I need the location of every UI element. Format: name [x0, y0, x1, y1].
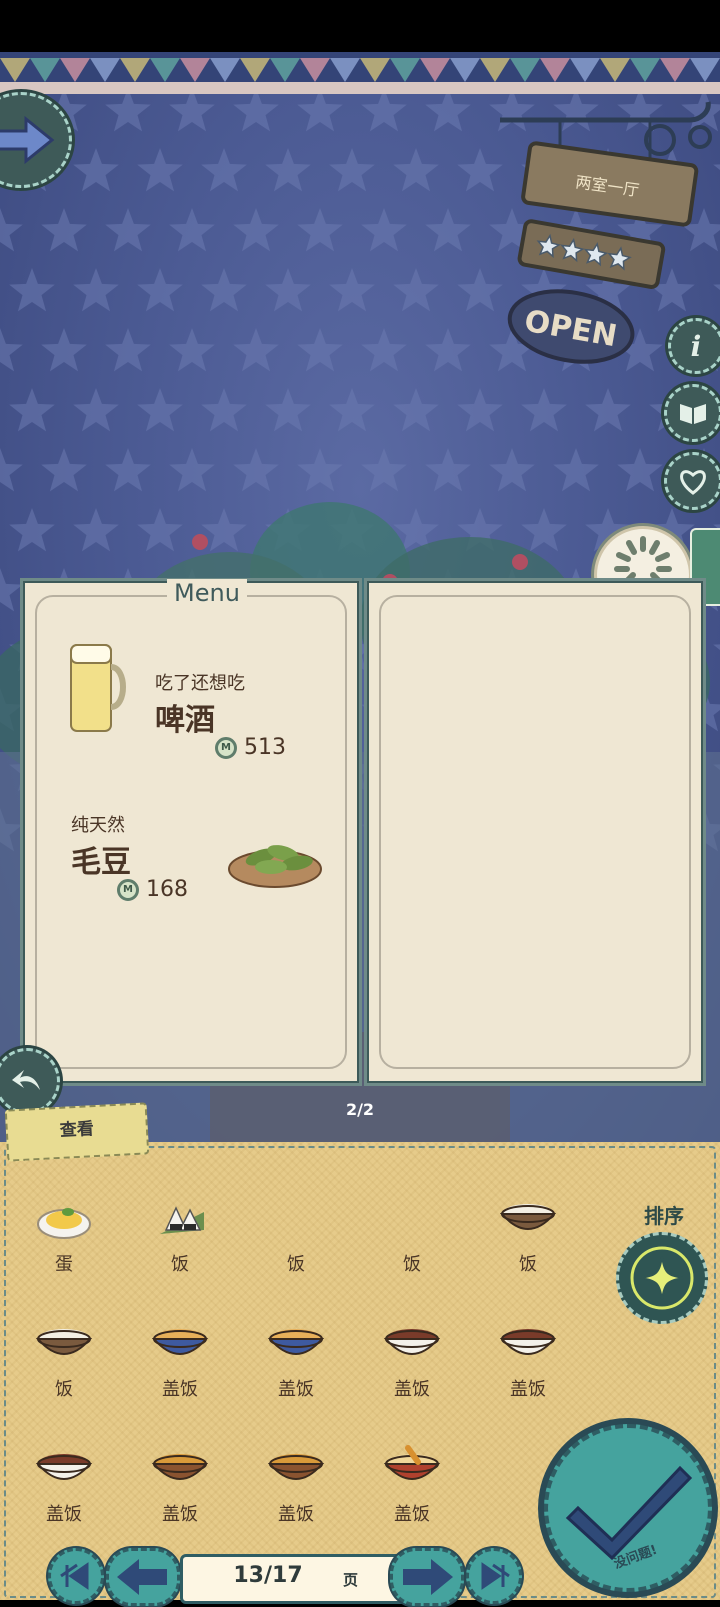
- blue-donburi-icon: [152, 1329, 208, 1355]
- confirm-button[interactable]: 没问题!: [544, 1424, 712, 1592]
- menu-page-right: [364, 578, 706, 1086]
- recipe-item-label: 盖饭: [394, 1379, 430, 1400]
- recipe-item[interactable]: 饭: [246, 1186, 346, 1296]
- menu-title: Menu: [167, 579, 247, 607]
- favorite-button[interactable]: [664, 452, 720, 510]
- rice-bowl-icon: [500, 1204, 556, 1230]
- recipe-item[interactable]: 盖饭: [246, 1311, 346, 1421]
- sort-label: 排序: [644, 1204, 684, 1228]
- rice-bowl-icon: [36, 1329, 92, 1355]
- coin-icon: [215, 737, 237, 759]
- heart-icon: [680, 470, 706, 495]
- white-donburi-icon: [500, 1329, 556, 1355]
- menu-item-name: 毛豆: [71, 845, 131, 880]
- menu-item-price: 168: [117, 877, 188, 902]
- price-value: 513: [244, 735, 286, 760]
- skip-back-icon: [60, 1562, 89, 1590]
- recipe-item-label: 盖饭: [162, 1379, 198, 1400]
- page-unit: 页: [343, 1571, 359, 1589]
- white-donburi-icon: [384, 1329, 440, 1355]
- next-page-button[interactable]: [390, 1548, 464, 1606]
- omelette-icon: [37, 1208, 91, 1239]
- prev-page-button[interactable]: [106, 1548, 180, 1606]
- sort-button[interactable]: [616, 1232, 708, 1324]
- menu-item-price: 513: [215, 735, 286, 760]
- recipe-item-label: 饭: [519, 1254, 537, 1275]
- book-button[interactable]: [664, 384, 720, 442]
- arrow-right-icon: [0, 115, 55, 165]
- recipe-item-label: 盖饭: [510, 1379, 546, 1400]
- recipe-item[interactable]: 盖饭: [130, 1436, 230, 1546]
- recipe-item-label: 饭: [171, 1254, 189, 1275]
- menu-item-name: 啤酒: [155, 703, 215, 738]
- sparkle-icon: [630, 1246, 694, 1310]
- recipe-item-label: 蛋: [55, 1254, 73, 1275]
- brown-donburi-icon: [268, 1454, 324, 1480]
- recipe-item[interactable]: 盖饭: [362, 1311, 462, 1421]
- recipe-item-label: 饭: [403, 1254, 421, 1275]
- info-icon: i: [690, 329, 702, 363]
- arrow-left-icon: [117, 1559, 167, 1595]
- recipe-item-label: 盖饭: [394, 1504, 430, 1525]
- recipe-item-label: 饭: [287, 1254, 305, 1275]
- recipe-item[interactable]: 盖饭: [362, 1436, 462, 1546]
- recipe-item-label: 盖饭: [278, 1379, 314, 1400]
- recipe-item[interactable]: 盖饭: [246, 1436, 346, 1546]
- edamame-icon: [228, 845, 322, 888]
- recipe-item-label: 盖饭: [278, 1504, 314, 1525]
- brown-donburi-icon: [152, 1454, 208, 1480]
- recipe-item[interactable]: 饭: [14, 1311, 114, 1421]
- tempura-donburi-icon: [384, 1445, 440, 1480]
- recipe-item[interactable]: 蛋: [14, 1186, 114, 1296]
- menu-item-subtitle: 吃了还想吃: [155, 673, 245, 694]
- price-value: 168: [146, 877, 188, 902]
- menu-item-beer[interactable]: 吃了还想吃 啤酒 513: [59, 637, 349, 767]
- arrow-right-icon: [403, 1559, 453, 1595]
- menu-item-subtitle: 纯天然: [71, 815, 125, 836]
- view-tab[interactable]: 查看: [4, 1102, 150, 1162]
- coin-icon: [117, 879, 139, 901]
- info-button[interactable]: i: [668, 318, 720, 374]
- menu-frame: [379, 595, 691, 1069]
- onigiri-icon: [160, 1206, 204, 1234]
- recipe-item-label: 饭: [55, 1379, 73, 1400]
- status-bar: [0, 0, 720, 52]
- recipe-item-label: 盖饭: [162, 1504, 198, 1525]
- recipe-item[interactable]: 饭: [130, 1186, 230, 1296]
- recipe-item[interactable]: 盖饭: [478, 1311, 578, 1421]
- skip-forward-icon: [481, 1562, 510, 1590]
- white-donburi-icon: [36, 1454, 92, 1480]
- recipe-item[interactable]: 盖饭: [14, 1436, 114, 1546]
- book-icon: [680, 404, 706, 424]
- recipe-item[interactable]: 饭: [478, 1186, 578, 1296]
- blue-donburi-icon: [268, 1329, 324, 1355]
- page-number: 13/17: [233, 1563, 303, 1588]
- beer-icon: [70, 644, 126, 732]
- recipe-item[interactable]: 盖饭: [130, 1311, 230, 1421]
- recipe-item-label: 盖饭: [46, 1504, 82, 1525]
- menu-page-left: Menu 吃了还想吃 啤酒 513 纯天然 毛豆 168: [20, 578, 362, 1086]
- view-tab-label: 查看: [59, 1119, 95, 1141]
- recipe-item[interactable]: 饭: [362, 1186, 462, 1296]
- pager: 13/17 页: [40, 1544, 530, 1606]
- return-arrow-icon: [12, 1070, 40, 1090]
- menu-item-edamame[interactable]: 纯天然 毛豆 168: [51, 787, 351, 907]
- first-page-button[interactable]: [48, 1548, 104, 1604]
- last-page-button[interactable]: [466, 1548, 522, 1604]
- menu-page-indicator: 2/2: [345, 1100, 375, 1119]
